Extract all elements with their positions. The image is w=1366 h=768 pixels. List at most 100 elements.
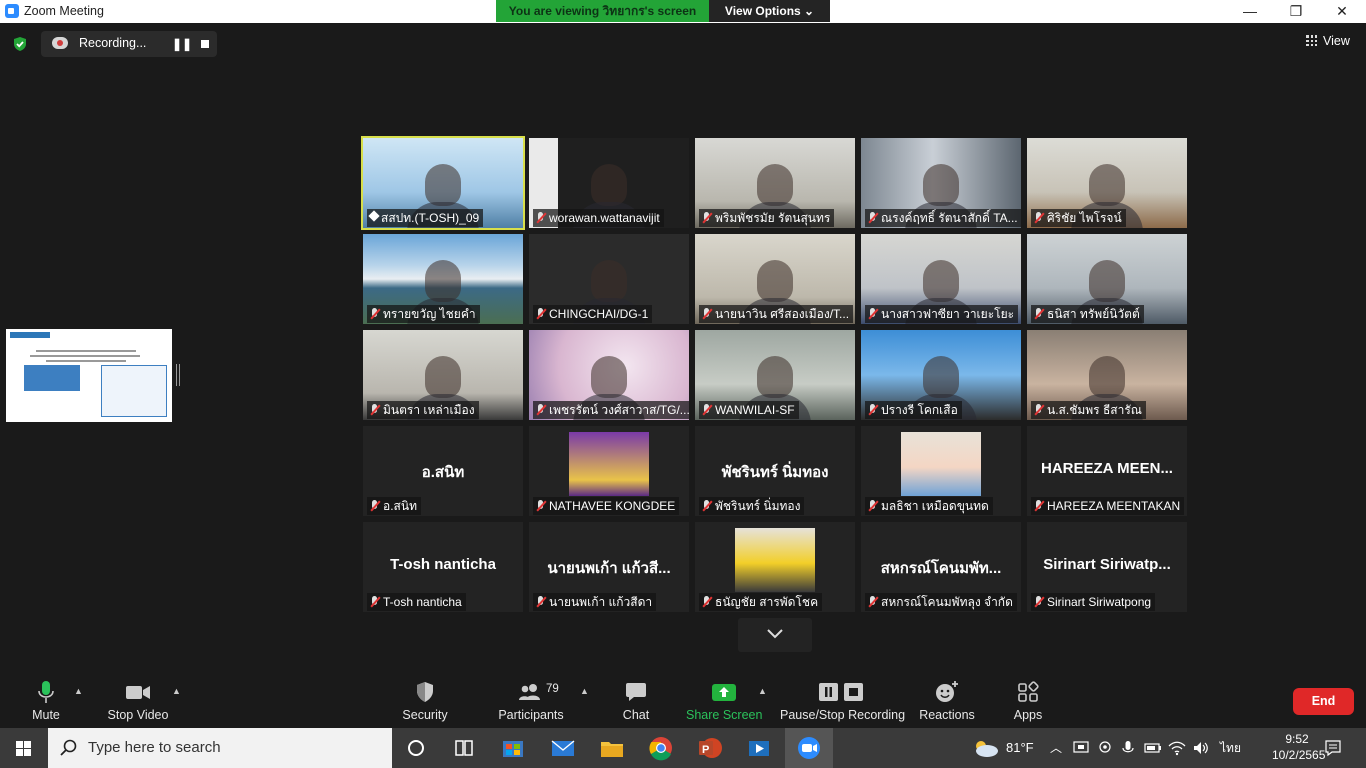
microsoft-store-icon[interactable] [489,728,537,768]
participant-tile[interactable]: ธนัญชัย สารพัดโชค [695,522,855,612]
mail-icon[interactable] [539,728,587,768]
file-explorer-icon[interactable] [588,728,636,768]
participant-name-label: T-osh nanticha [367,593,466,611]
recording-label: Recording... [79,36,147,50]
presentation-app-icon[interactable] [735,728,783,768]
participant-tile[interactable]: น.ส.ชัมพร ธีสารัณ [1027,330,1187,420]
end-meeting-button[interactable]: End [1293,688,1354,715]
participant-tile[interactable]: พริมพัชรมัย รัตนสุนทร [695,138,855,228]
task-view-icon[interactable] [440,728,488,768]
participant-name: นายนพเก้า แก้วสีดา [549,595,653,609]
speaker-icon[interactable] [1192,740,1210,756]
pause-stop-recording-button[interactable]: Pause/Stop Recording [780,668,905,728]
participant-tile[interactable]: สสปท.(T-OSH)_09 [361,136,525,230]
cortana-icon[interactable] [392,728,440,768]
reactions-button[interactable]: Reactions [918,668,976,728]
muted-microphone-icon [367,401,383,419]
participant-tile[interactable]: ทรายขวัญ ไชยคำ [363,234,523,324]
windows-start-icon[interactable] [0,728,48,768]
share-screen-label: Share Screen [686,708,763,722]
participant-tile[interactable]: มลธิชา เหมือดขุนทด [861,426,1021,516]
participant-name-label: นายนาวิน ศรีสองเมือง/T... [699,305,854,323]
mute-button[interactable]: Mute [22,668,70,728]
security-button[interactable]: Security [398,668,452,728]
muted-microphone-icon [367,497,383,515]
participant-tile[interactable]: เพชรรัตน์ วงศ์สาวาส/TG/... [529,330,689,420]
temperature-label[interactable]: 81°F [1006,728,1034,768]
participant-tile[interactable]: นายนาวิน ศรีสองเมือง/T... [695,234,855,324]
close-button[interactable]: ✕ [1319,0,1365,23]
resize-handle[interactable] [176,364,180,386]
stop-video-button[interactable]: Stop Video [104,668,172,728]
battery-icon[interactable] [1144,742,1162,754]
participant-tile[interactable]: WANWILAI-SF [695,330,855,420]
slide-text-line [36,350,136,352]
participant-tile[interactable]: พัชรินทร์ นิ่มทอง พัชรินทร์ นิ่มทอง [695,426,855,516]
zoom-taskbar-icon[interactable] [785,728,833,768]
share-screen-button[interactable]: Share Screen [686,668,762,728]
network-adapter-icon[interactable] [1073,741,1089,755]
participant-tile[interactable]: CHINGCHAI/DG-1 [529,234,689,324]
apps-icon [1018,681,1039,702]
audio-options-caret[interactable]: ▲ [74,686,83,696]
participant-tile[interactable]: Sirinart Siriwatp... Sirinart Siriwatpong [1027,522,1187,612]
next-page-button[interactable] [738,618,812,652]
participant-tile[interactable]: NATHAVEE KONGDEE [529,426,689,516]
participant-silhouette [425,164,461,206]
participant-name: HAREEZA MEENTAKAN [1047,499,1181,513]
view-options-button[interactable]: View Options ⌄ [709,0,830,22]
chrome-icon[interactable] [637,728,685,768]
participant-tile[interactable]: มินตรา เหล่าเมือง [363,330,523,420]
participant-name-label: มินตรา เหล่าเมือง [367,401,479,419]
participant-tile[interactable]: นายนพเก้า แก้วสี... นายนพเก้า แก้วสีดา [529,522,689,612]
participants-options-caret[interactable]: ▲ [580,686,589,696]
participant-name: น.ส.ชัมพร ธีสารัณ [1047,403,1142,417]
participant-tile[interactable]: HAREEZA MEEN... HAREEZA MEENTAKAN [1027,426,1187,516]
participant-name-label: Sirinart Siriwatpong [1031,593,1156,611]
participant-name-label: ศิริชัย ไพโรจน์ [1031,209,1126,227]
participant-name: worawan.wattanavijit [549,211,660,225]
share-options-caret[interactable]: ▲ [758,686,767,696]
search-icon [60,739,77,756]
participant-tile[interactable]: สหกรณ์โคนมพัท... สหกรณ์โคนมพัทลุง จำกัด [861,522,1021,612]
notifications-icon[interactable] [1324,739,1342,757]
participant-name-label: อ.สนิท [367,497,421,515]
weather-cloud-icon[interactable] [972,738,1000,758]
microphone-tray-icon[interactable] [1122,740,1134,756]
stop-recording-button[interactable] [201,40,209,48]
participant-tile[interactable]: worawan.wattanavijit [529,138,689,228]
participant-tile[interactable]: นางสาวฟาซียา วาเยะโยะ [861,234,1021,324]
reactions-label: Reactions [919,708,975,722]
webcam-icon[interactable] [1098,741,1112,755]
participant-name-label: พริมพัชรมัย รัตนสุนทร [699,209,835,227]
powerpoint-icon[interactable]: P [686,728,734,768]
participant-tile[interactable]: ณรงค์ฤทธิ์ รัตนาสักดิ์ TA... [861,138,1021,228]
participant-name-label: มลธิชา เหมือดขุนทด [865,497,993,515]
view-label: View [1323,34,1350,48]
pause-recording-button[interactable]: ❚❚ [172,37,192,51]
system-clock[interactable]: 9:52 10/2/2565 [1272,731,1325,763]
shared-screen-thumbnail[interactable] [6,329,172,422]
restore-button[interactable]: ❐ [1273,0,1319,23]
participant-tile[interactable]: T-osh nanticha T-osh nanticha [363,522,523,612]
input-language-indicator[interactable]: ไทย [1220,728,1241,768]
encryption-shield-icon[interactable] [12,36,28,52]
participant-silhouette [757,356,793,398]
participant-tile[interactable]: ปรางรี โคกเสือ [861,330,1021,420]
video-options-caret[interactable]: ▲ [172,686,181,696]
view-layout-button[interactable]: View [1306,34,1350,48]
muted-microphone-icon [865,209,881,227]
participant-tile[interactable]: ธนิสา ทรัพย์นิวัตต์ [1027,234,1187,324]
participant-tile[interactable]: ศิริชัย ไพโรจน์ [1027,138,1187,228]
participants-button[interactable]: 79 Participants [498,668,564,728]
minimize-button[interactable]: — [1227,0,1273,23]
participant-silhouette [923,164,959,206]
participant-tile[interactable]: อ.สนิท อ.สนิท [363,426,523,516]
apps-button[interactable]: Apps [1004,668,1052,728]
chat-button[interactable]: Chat [612,668,660,728]
wifi-icon[interactable] [1168,740,1186,756]
taskbar-search-box[interactable]: Type here to search [48,728,392,768]
stop-video-label: Stop Video [107,708,169,722]
show-hidden-icons-chevron[interactable]: ︿ [1050,728,1062,768]
participant-name: ศิริชัย ไพโรจน์ [1047,211,1122,225]
